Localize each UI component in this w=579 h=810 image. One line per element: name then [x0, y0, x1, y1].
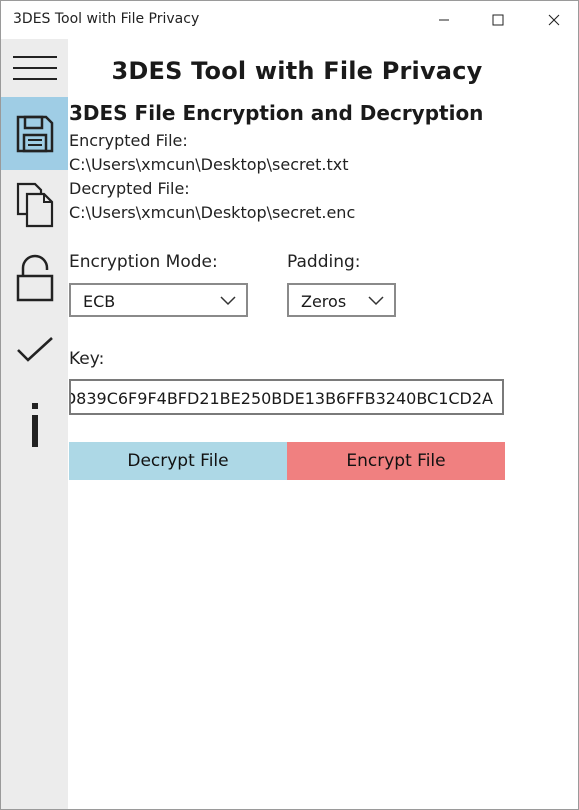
info-icon: [31, 403, 38, 447]
key-input[interactable]: D839C6F9F4BFD21BE250BDE13B6FFB3240BC1CD2…: [69, 379, 504, 415]
sidebar-item-info[interactable]: [1, 394, 68, 454]
sidebar-item-lock[interactable]: [1, 249, 68, 307]
decrypt-file-button[interactable]: Decrypt File: [69, 442, 287, 480]
encrypted-file-path: C:\Users\xmcun\Desktop\secret.txt: [69, 155, 349, 174]
padding-label: Padding:: [287, 252, 361, 272]
lock-icon: [16, 254, 53, 302]
decrypted-file-path: C:\Users\xmcun\Desktop\secret.enc: [69, 203, 356, 222]
app-window: 3DES Tool with File Privacy 3DES Tool wi…: [0, 0, 579, 810]
sidebar-item-copy[interactable]: [1, 174, 68, 236]
close-icon: [548, 14, 560, 26]
copy-documents-icon: [16, 182, 53, 228]
minimize-button[interactable]: [421, 1, 467, 39]
key-value: D839C6F9F4BFD21BE250BDE13B6FFB3240BC1CD2…: [69, 389, 493, 408]
maximize-icon: [492, 14, 504, 26]
encrypted-file-label: Encrypted File:: [69, 131, 188, 150]
floppy-disk-icon: [16, 115, 53, 152]
main-content: 3DES Tool with File Privacy 3DES File En…: [68, 39, 578, 809]
padding-value: Zeros: [301, 292, 347, 311]
key-label: Key:: [69, 349, 105, 369]
encryption-mode-select[interactable]: ECB: [69, 283, 248, 317]
sidebar-item-file-encryption[interactable]: [1, 97, 68, 170]
close-button[interactable]: [531, 1, 577, 39]
title-bar: 3DES Tool with File Privacy: [1, 1, 578, 39]
chevron-down-icon: [368, 296, 384, 306]
encrypt-file-button[interactable]: Encrypt File: [287, 442, 505, 480]
encryption-mode-value: ECB: [83, 292, 116, 311]
section-title: 3DES File Encryption and Decryption: [69, 101, 484, 125]
checkmark-icon: [16, 337, 53, 362]
app-title: 3DES Tool with File Privacy: [111, 57, 483, 85]
hamburger-menu-icon: [12, 56, 57, 80]
maximize-button[interactable]: [475, 1, 521, 39]
hamburger-menu-button[interactable]: [1, 39, 68, 97]
sidebar-item-verify[interactable]: [1, 324, 68, 376]
window-title: 3DES Tool with File Privacy: [13, 11, 200, 27]
decrypted-file-label: Decrypted File:: [69, 179, 190, 198]
minimize-icon: [439, 19, 449, 21]
encryption-mode-label: Encryption Mode:: [69, 252, 218, 272]
chevron-down-icon: [220, 296, 236, 306]
sidebar: [1, 39, 68, 809]
padding-select[interactable]: Zeros: [287, 283, 396, 317]
